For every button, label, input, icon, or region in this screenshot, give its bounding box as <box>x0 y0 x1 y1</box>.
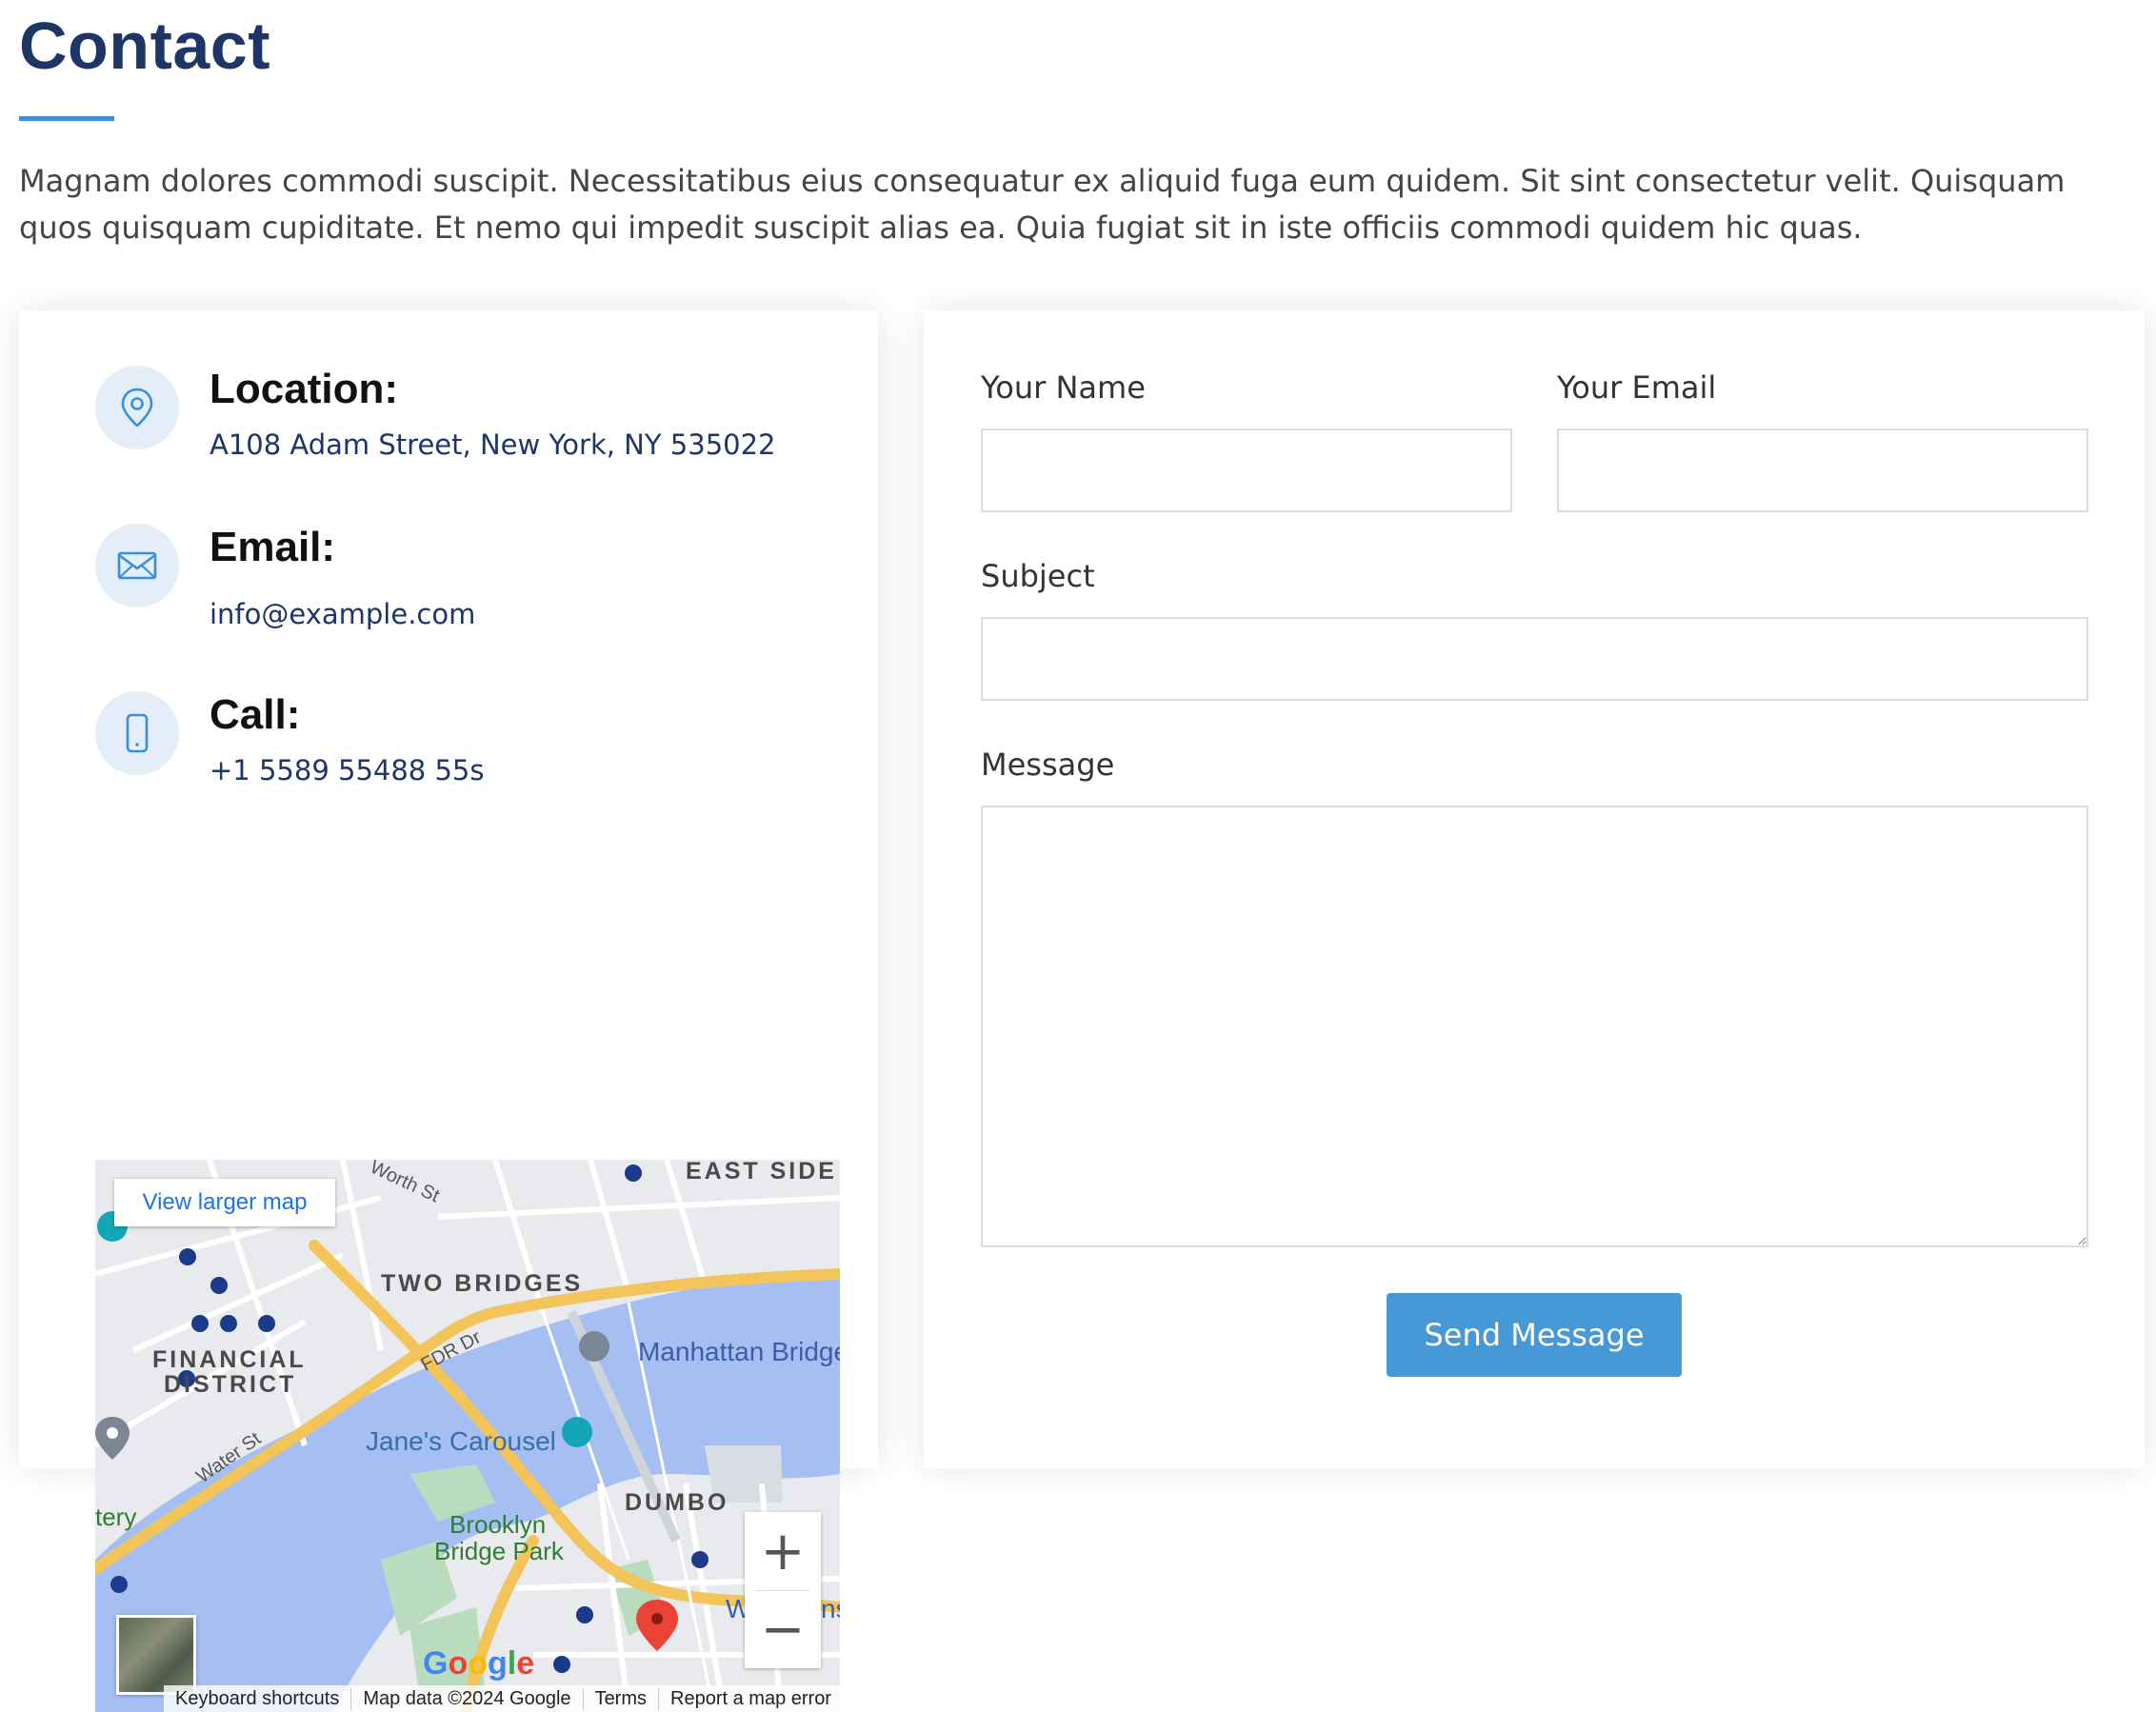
location-info: Location: A108 Adam Street, New York, NY… <box>95 366 838 480</box>
map-label-east-side: EAST SIDE <box>686 1160 837 1184</box>
send-message-button[interactable]: Send Message <box>1387 1293 1682 1377</box>
map-data-text: Map data ©2024 Google <box>351 1687 584 1710</box>
subject-input[interactable] <box>981 617 2088 701</box>
map-label-two-bridges: TWO BRIDGES <box>381 1270 584 1297</box>
map-label-brooklyn-bridge-park-1: Brooklyn <box>449 1510 547 1539</box>
call-info: Call: +1 5589 55488 55s <box>95 691 838 806</box>
google-logo: Google <box>423 1645 535 1682</box>
name-input[interactable] <box>981 428 1512 512</box>
satellite-toggle[interactable] <box>116 1615 196 1695</box>
email-title: Email: <box>210 524 336 570</box>
map-pin-icon <box>95 366 179 449</box>
map-label-dumbo: DUMBO <box>625 1489 729 1516</box>
location-text: A108 Adam Street, New York, NY 535022 <box>210 428 776 461</box>
zoom-divider <box>756 1590 809 1591</box>
report-map-error-link[interactable]: Report a map error <box>659 1688 840 1710</box>
section-intro: Magnam dolores commodi suscipit. Necessi… <box>19 163 2066 246</box>
location-title: Location: <box>210 366 398 412</box>
contact-section: Contact Magnam dolores commodi suscipit.… <box>0 0 2156 1712</box>
call-text[interactable]: +1 5589 55488 55s <box>210 754 484 786</box>
embedded-map[interactable]: EAST SIDE TWO BRIDGES FINANCIAL DISTRICT… <box>95 1160 840 1712</box>
message-label: Message <box>981 747 1115 783</box>
map-footer: Keyboard shortcuts Map data ©2024 Google… <box>164 1685 840 1712</box>
phone-icon <box>95 691 179 775</box>
envelope-icon <box>95 524 179 607</box>
contact-info-card: Location: A108 Adam Street, New York, NY… <box>19 310 878 1712</box>
email-info: Email: info@example.com <box>95 524 838 647</box>
call-title: Call: <box>210 691 301 738</box>
map-label-ns-partial: ns <box>821 1594 840 1623</box>
zoom-out-button[interactable]: − <box>745 1590 821 1668</box>
title-underline <box>19 116 114 121</box>
map-zoom-controls: + − <box>745 1512 821 1668</box>
subject-label: Subject <box>981 558 1095 594</box>
email-label: Your Email <box>1557 369 1717 406</box>
map-label-janes-carousel: Jane's Carousel <box>366 1426 556 1456</box>
map-label-manhattan-bridge: Manhattan Bridge <box>638 1337 840 1366</box>
keyboard-shortcuts-link[interactable]: Keyboard shortcuts <box>164 1687 352 1710</box>
section-title: Contact <box>19 9 271 83</box>
name-label: Your Name <box>981 369 1146 406</box>
email-input[interactable] <box>1557 428 2088 512</box>
map-label-financial-district-2: DISTRICT <box>164 1371 297 1398</box>
contact-form-card: Your Name Your Email Subject Message Sen… <box>924 310 2145 1468</box>
terms-link[interactable]: Terms <box>584 1687 660 1710</box>
email-text[interactable]: info@example.com <box>210 598 475 630</box>
zoom-in-button[interactable]: + <box>745 1512 821 1590</box>
view-larger-map-link[interactable]: View larger map <box>114 1179 335 1226</box>
message-textarea[interactable] <box>981 806 2088 1247</box>
map-label-brooklyn-bridge-park-2: Bridge Park <box>434 1537 564 1565</box>
map-label-financial-district-1: FINANCIAL <box>152 1346 307 1373</box>
map-label-battery-partial: tery <box>95 1503 137 1531</box>
